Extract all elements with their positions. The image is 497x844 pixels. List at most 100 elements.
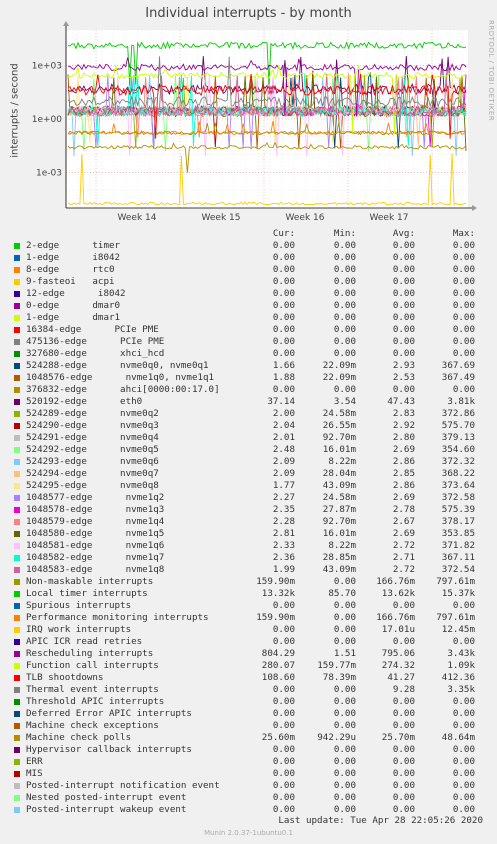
legend-min-value: 0.00	[333, 276, 356, 287]
legend-item: 524289-edge nvme0q2 2.00 24.58m 2.83 372.86	[12, 408, 487, 420]
legend-series-name: 524292-edge nvme0q5	[26, 444, 159, 455]
legend-series-name: ERR	[26, 756, 43, 767]
legend-item: Spurious interrupts 0.00 0.00 0.00 0.00	[12, 600, 487, 612]
legend-series-name: Performance monitoring interrupts	[26, 612, 209, 623]
legend-series-name: 1048578-edge nvme1q3	[26, 504, 165, 515]
legend-swatch	[14, 387, 20, 393]
legend-min-value: 92.70m	[322, 432, 356, 443]
legend-max-value: 0.00	[452, 600, 475, 611]
legend-series-name: Non-maskable interrupts	[26, 576, 154, 587]
legend-max-value: 12.45m	[441, 624, 475, 635]
legend-series-name: Thermal event interrupts	[26, 684, 159, 695]
legend-max-value: 0.00	[452, 288, 475, 299]
legend-series-name: 1048582-edge nvme1q7	[26, 552, 165, 563]
legend-series-name: Machine check polls	[26, 732, 132, 743]
x-tick-label: Week 14	[118, 213, 157, 223]
legend-max-value: 0.00	[452, 240, 475, 251]
legend-avg-value: 0.00	[392, 252, 415, 263]
legend-series-name: 16384-edge PCIe PME	[26, 324, 159, 335]
legend-series-name: 524288-edge nvme0q0, nvme0q1	[26, 360, 209, 371]
legend-max-value: 0.00	[452, 324, 475, 335]
legend-avg-value: 2.72	[392, 564, 415, 575]
legend-max-value: 3.35k	[447, 684, 475, 695]
legend-item: APIC ICR read retries 0.00 0.00 0.00 0.00	[12, 636, 487, 648]
legend-cur-value: 0.00	[272, 600, 295, 611]
legend-max-value: 3.43k	[447, 648, 475, 659]
legend-cur-value: 1.66	[272, 360, 295, 371]
legend-min-value: 0.00	[333, 768, 356, 779]
legend-min-value: 24.58m	[322, 408, 356, 419]
legend-min-value: 0.00	[333, 600, 356, 611]
legend-swatch	[14, 807, 20, 813]
legend-series-name: 8-edge rtc0	[26, 264, 115, 275]
legend-min-value: 0.00	[333, 720, 356, 731]
legend-max-value: 412.36	[441, 672, 475, 683]
legend-item: 1048577-edge nvme1q2 2.27 24.58m 2.69 372.58	[12, 492, 487, 504]
legend-swatch	[14, 675, 20, 681]
legend-avg-value: 0.00	[392, 768, 415, 779]
legend-min-value: 26.55m	[322, 420, 356, 431]
legend-cur-value: 159.90m	[256, 612, 295, 623]
legend-cur-value: 0.00	[272, 696, 295, 707]
legend-header: Cur: Min: Avg: Max:	[12, 228, 487, 240]
legend-series-name: 376832-edge ahci[0000:00:17.0]	[26, 384, 220, 395]
legend-cur-value: 37.14	[267, 396, 295, 407]
legend-series-name: 0-edge dmar0	[26, 300, 121, 311]
legend-swatch	[14, 711, 20, 717]
legend-avg-value: 2.93	[392, 360, 415, 371]
legend-avg-value: 0.00	[392, 240, 415, 251]
legend-item: 1048583-edge nvme1q8 1.99 43.09m 2.72 372.54	[12, 564, 487, 576]
legend-max-value: 0.00	[452, 708, 475, 719]
y-tick-label: 1e+03	[32, 62, 62, 72]
legend-item: 475136-edge PCIe PME 0.00 0.00 0.00 0.00	[12, 336, 487, 348]
legend-avg-value: 0.00	[392, 264, 415, 275]
legend-min-value: 0.00	[333, 708, 356, 719]
legend-max-value: 0.00	[452, 276, 475, 287]
legend-max-value: 372.58	[441, 492, 475, 503]
legend-cur-value: 2.09	[272, 468, 295, 479]
legend-min-value: 0.00	[333, 288, 356, 299]
legend-item: 376832-edge ahci[0000:00:17.0] 0.00 0.00 0.…	[12, 384, 487, 396]
legend-min-value: 0.00	[333, 780, 356, 791]
legend-avg-value: 13.62k	[381, 588, 415, 599]
legend-swatch	[14, 687, 20, 693]
legend-series-name: APIC ICR read retries	[26, 636, 143, 647]
legend-cur-value: 2.28	[272, 516, 295, 527]
legend-avg-value: 2.69	[392, 492, 415, 503]
legend-min-value: 3.54	[333, 396, 356, 407]
legend-max-value: 0.00	[452, 336, 475, 347]
header-cur: Cur:	[272, 228, 295, 239]
legend-series-name: TLB shootdowns	[26, 672, 104, 683]
legend-series-name: 1048577-edge nvme1q2	[26, 492, 165, 503]
legend-swatch	[14, 519, 20, 525]
legend-swatch	[14, 255, 20, 261]
legend-avg-value: 0.00	[392, 696, 415, 707]
legend-cur-value: 1.77	[272, 480, 295, 491]
legend-swatch	[14, 303, 20, 309]
legend-item: 327680-edge xhci_hcd 0.00 0.00 0.00 0.00	[12, 348, 487, 360]
y-axis-arrow	[63, 21, 69, 26]
legend-min-value: 92.70m	[322, 516, 356, 527]
legend-swatch	[14, 459, 20, 465]
legend-series-name: 524291-edge nvme0q4	[26, 432, 159, 443]
legend-max-value: 575.39	[441, 504, 475, 515]
legend-swatch	[14, 447, 20, 453]
legend-item: 524288-edge nvme0q0, nvme0q1 1.66 22.09m 2.…	[12, 360, 487, 372]
legend-max-value: 0.00	[452, 348, 475, 359]
legend-max-value: 797.61m	[436, 612, 475, 623]
legend-max-value: 575.70	[441, 420, 475, 431]
legend-series-name: 9-fasteoi acpi	[26, 276, 115, 287]
legend-avg-value: 0.00	[392, 600, 415, 611]
legend-cur-value: 0.00	[272, 792, 295, 803]
x-tick-label: Week 16	[286, 213, 325, 223]
legend-series-name: 524294-edge nvme0q7	[26, 468, 159, 479]
legend-swatch	[14, 627, 20, 633]
legend-swatch	[14, 471, 20, 477]
x-tick-label: Week 15	[202, 213, 241, 223]
legend-series-name: 2-edge timer	[26, 240, 121, 251]
legend-min-value: 0.00	[333, 300, 356, 311]
legend-min-value: 1.51	[333, 648, 356, 659]
legend-avg-value: 25.70m	[381, 732, 415, 743]
legend-item: TLB shootdowns 108.60 78.39m 41.27 412.36	[12, 672, 487, 684]
legend-min-value: 78.39m	[322, 672, 356, 683]
